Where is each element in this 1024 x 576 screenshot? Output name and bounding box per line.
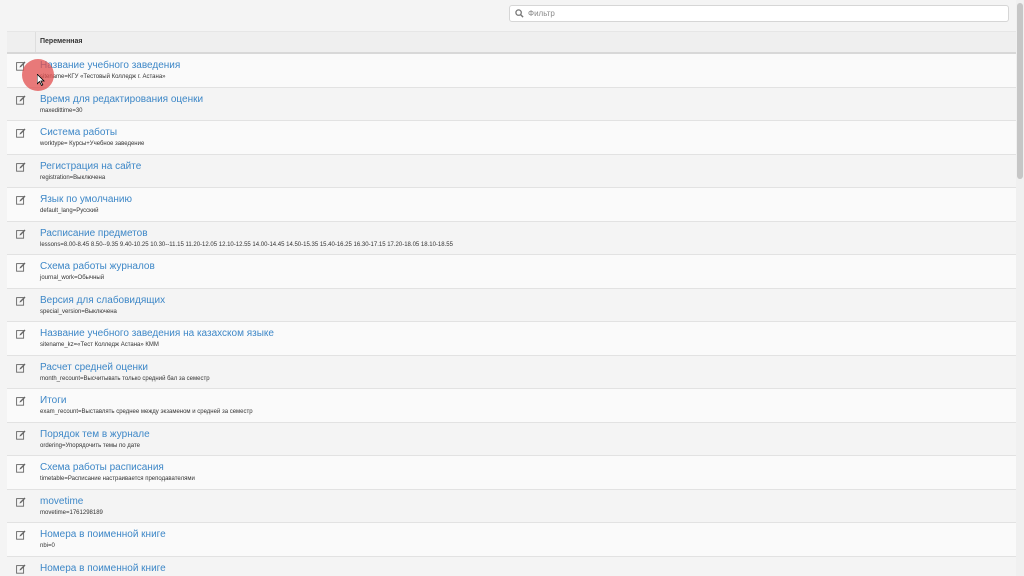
table-row: Номера в поименной книгеnbi=0 <box>7 556 1016 576</box>
variable-value: journal_work=Обычный <box>40 275 105 281</box>
variable-name-link[interactable]: Схема работы журналов <box>40 261 155 272</box>
variable-name-link[interactable]: Номера в поименной книге <box>40 529 166 540</box>
variable-value: month_recount=Высчитывать только средний… <box>40 375 210 382</box>
table-row: Регистрация на сайте registration=Выключе… <box>7 154 1016 188</box>
variable-name-link[interactable]: Номера в поименной книге <box>40 563 166 574</box>
table-row: Расписание предметов lessons=8.00-8.45 8.… <box>7 221 1016 255</box>
variable-name-link[interactable]: Язык по умолчанию <box>40 194 132 205</box>
table-row: Система работы worktype= Курсы+Учебное за… <box>7 121 1016 155</box>
variable-name-link[interactable]: Время для редактирования оценки <box>40 94 203 105</box>
table-row: Схема работы расписания timetable=Расписа… <box>7 456 1016 490</box>
edit-icon[interactable] <box>16 195 26 205</box>
filter-box[interactable] <box>509 5 1009 22</box>
variables-table: Переменная Название учебного заведения si… <box>7 31 1016 576</box>
variable-value: registration=Выключена <box>40 174 106 181</box>
scrollbar-thumb[interactable] <box>1017 3 1023 179</box>
variable-value: exam_recount=Выставлять среднее между эк… <box>40 409 253 415</box>
variable-name-link[interactable]: Название учебного заведения <box>40 60 180 71</box>
variable-value: sitename=КГУ «Тестовый Колледж г. Астана… <box>40 74 166 80</box>
variable-name-link[interactable]: Расчет средней оценки <box>40 362 148 373</box>
column-header-variable[interactable]: Переменная <box>40 38 83 45</box>
variable-name-link[interactable]: movetime <box>40 496 83 507</box>
variable-name-link[interactable]: Порядок тем в журнале <box>40 429 150 440</box>
edit-icon[interactable] <box>16 530 26 540</box>
table-row: Язык по умолчанию default_lang=Русский <box>7 188 1016 222</box>
table-header: Переменная <box>7 31 1016 54</box>
variable-name-link[interactable]: Система работы <box>40 127 117 138</box>
toolbar <box>0 0 1016 28</box>
search-icon <box>515 9 524 18</box>
variable-value: nbi=0 <box>40 543 55 549</box>
vertical-scrollbar[interactable] <box>1016 0 1024 576</box>
edit-icon[interactable] <box>16 128 26 138</box>
edit-icon[interactable] <box>16 430 26 440</box>
edit-icon[interactable] <box>16 229 26 239</box>
variable-name-link[interactable]: Регистрация на сайте <box>40 161 141 172</box>
edit-icon[interactable] <box>16 396 26 406</box>
table-row: Расчет средней оценки month_recount=Высчи… <box>7 355 1016 389</box>
table-body: Название учебного заведения sitename=КГУ … <box>7 54 1016 576</box>
variable-value: timetable=Расписание настраивается препо… <box>40 476 195 482</box>
edit-icon[interactable] <box>16 497 26 507</box>
edit-icon[interactable] <box>16 162 26 172</box>
variable-value: special_version=Выключена <box>40 308 117 315</box>
variable-name-link[interactable]: Схема работы расписания <box>40 462 164 473</box>
table-row: movetime movetime=1761298189 <box>7 489 1016 523</box>
table-row: Номера в поименной книге nbi=0 <box>7 523 1016 557</box>
table-row: Название учебного заведения на казахском… <box>7 322 1016 356</box>
table-row: Время для редактирования оценки maxeditti… <box>7 87 1016 121</box>
mouse-cursor-icon <box>37 74 45 86</box>
variable-value: lessons=8.00-8.45 8.50--9.35 9.40-10.25 … <box>40 241 453 248</box>
table-row: Схема работы журналов journal_work=Обычны… <box>7 255 1016 289</box>
variable-name-link[interactable]: Итоги <box>40 395 66 406</box>
variable-name-link[interactable]: Название учебного заведения на казахском… <box>40 328 274 339</box>
variable-value: default_lang=Русский <box>40 208 99 214</box>
edit-icon[interactable] <box>16 363 26 373</box>
settings-page: Переменная Название учебного заведения si… <box>0 0 1016 576</box>
table-row: Итоги exam_recount=Выставлять среднее меж… <box>7 389 1016 423</box>
variable-value: worktype= Курсы+Учебное заведение <box>40 141 145 147</box>
edit-icon[interactable] <box>16 95 26 105</box>
edit-icon[interactable] <box>16 296 26 306</box>
table-row: Версия для слабовидящих special_version=В… <box>7 288 1016 322</box>
variable-name-link[interactable]: Версия для слабовидящих <box>40 295 165 306</box>
variable-name-link[interactable]: Расписание предметов <box>40 228 148 239</box>
variable-value: maxedittime=30 <box>40 107 83 114</box>
variable-value: ordering=Упорядочить темы по дате <box>40 442 140 449</box>
edit-icon[interactable] <box>16 329 26 339</box>
edit-icon[interactable] <box>16 463 26 473</box>
table-row: Название учебного заведения sitename=КГУ … <box>7 54 1016 88</box>
table-row: Порядок тем в журнале ordering=Упорядочит… <box>7 422 1016 456</box>
variable-value: movetime=1761298189 <box>40 509 103 516</box>
filter-input[interactable] <box>528 6 998 21</box>
edit-icon[interactable] <box>16 564 26 574</box>
header-icon-column <box>7 32 36 52</box>
variable-value: sitename_kz=«Тест Колледж Астана» КММ <box>40 342 159 348</box>
edit-icon[interactable] <box>16 262 26 272</box>
